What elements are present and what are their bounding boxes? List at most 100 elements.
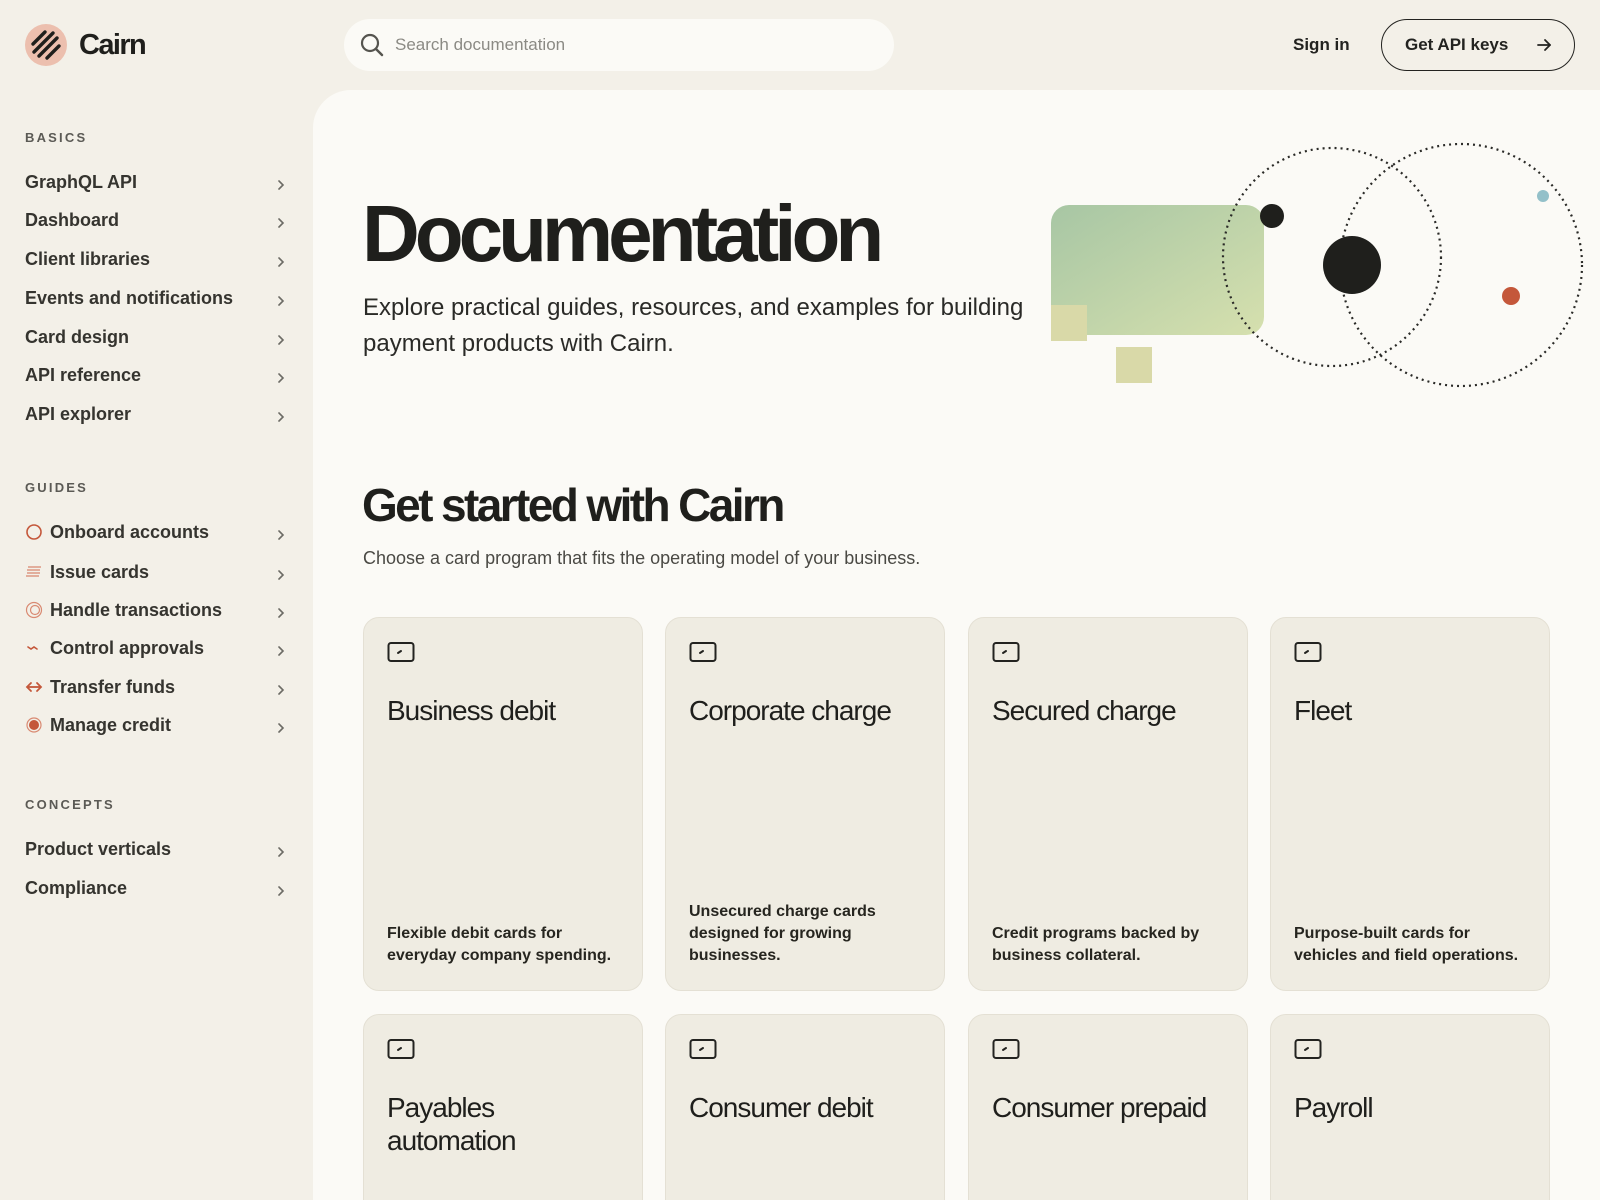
chevron-right-icon xyxy=(277,527,285,545)
card-icon xyxy=(387,641,415,668)
sidebar-item-label: Dashboard xyxy=(25,209,120,230)
sidebar-item-card-design[interactable]: Card design xyxy=(25,322,295,352)
chevron-right-icon xyxy=(277,844,285,862)
card-icon xyxy=(689,641,717,668)
sidebar-item-compliance[interactable]: Compliance xyxy=(25,873,295,903)
section-title-guides: GUIDES xyxy=(25,480,89,495)
card-consumer-prepaid[interactable]: Consumer prepaid xyxy=(968,1014,1248,1200)
sidebar-item-api-explorer[interactable]: API explorer xyxy=(25,399,295,429)
sidebar-item-label: Client libraries xyxy=(25,248,151,269)
sidebar-item-label: GraphQL API xyxy=(25,171,138,192)
sidebar-item-product-verticals[interactable]: Product verticals xyxy=(25,834,295,864)
sidebar-item-events-notifications[interactable]: Events and notifications xyxy=(25,283,295,313)
sign-in-link[interactable]: Sign in xyxy=(1293,35,1350,55)
filled-circle-icon xyxy=(25,717,44,733)
page-title: Documentation xyxy=(362,189,884,278)
card-fleet[interactable]: Fleet Purpose-built cards for vehicles a… xyxy=(1270,617,1550,991)
card-icon xyxy=(992,1038,1020,1065)
square-shape xyxy=(1116,347,1152,383)
card-title: Fleet xyxy=(1294,695,1352,726)
main-content: Documentation Explore practical guides, … xyxy=(313,90,1600,1200)
chevron-right-icon xyxy=(277,643,285,661)
search-input[interactable] xyxy=(395,19,855,71)
chevron-right-icon xyxy=(277,883,285,901)
orange-dot xyxy=(1502,287,1520,305)
sidebar-item-manage-credit[interactable]: Manage credit xyxy=(25,710,295,740)
section-subtitle-get-started: Choose a card program that fits the oper… xyxy=(363,548,921,568)
section-title-concepts: CONCEPTS xyxy=(25,797,115,812)
card-title: Secured charge xyxy=(992,695,1177,726)
search-bar[interactable] xyxy=(344,19,894,71)
sidebar-item-label: Transfer funds xyxy=(50,676,176,697)
small-dot xyxy=(1260,204,1284,228)
card-payables-automation[interactable]: Payables automation xyxy=(363,1014,643,1200)
chevron-right-icon xyxy=(277,177,285,195)
sidebar-item-onboard-accounts[interactable]: Onboard accounts xyxy=(25,517,295,547)
card-title: Payroll xyxy=(1294,1092,1374,1123)
sidebar-item-transfer-funds[interactable]: Transfer funds xyxy=(25,672,295,702)
sidebar-item-control-approvals[interactable]: Control approvals xyxy=(25,633,295,663)
striped-card-icon xyxy=(25,564,44,580)
card-secured-charge[interactable]: Secured charge Credit programs backed by… xyxy=(968,617,1248,991)
blue-dot xyxy=(1537,190,1549,202)
chevron-right-icon xyxy=(277,682,285,700)
chevron-right-icon xyxy=(277,215,285,233)
sidebar-item-handle-transactions[interactable]: Handle transactions xyxy=(25,595,295,625)
card-description: Flexible debit cards for everyday compan… xyxy=(387,925,612,964)
card-title: Consumer debit xyxy=(689,1092,874,1123)
sidebar-item-label: Card design xyxy=(25,326,130,347)
chevron-right-icon xyxy=(277,605,285,623)
sidebar-item-label: Compliance xyxy=(25,877,128,898)
zigzag-icon xyxy=(25,640,44,656)
chevron-right-icon xyxy=(277,293,285,311)
square-shape xyxy=(1051,305,1087,341)
card-icon xyxy=(1294,641,1322,668)
concentric-circles-icon xyxy=(25,601,44,619)
get-api-keys-label: Get API keys xyxy=(1405,35,1509,54)
sidebar-item-dashboard[interactable]: Dashboard xyxy=(25,205,295,235)
sidebar-item-label: Onboard accounts xyxy=(50,521,210,542)
double-arrow-icon xyxy=(25,679,44,695)
sidebar-item-label: Product verticals xyxy=(25,838,172,859)
sidebar-item-label: API explorer xyxy=(25,403,132,424)
sidebar-item-label: Manage credit xyxy=(50,714,172,735)
chevron-right-icon xyxy=(277,332,285,350)
card-icon xyxy=(992,641,1020,668)
brand-name: Cairn xyxy=(79,28,147,61)
large-dot xyxy=(1323,236,1381,294)
brand-logo[interactable]: Cairn xyxy=(25,24,147,66)
chevron-right-icon xyxy=(277,409,285,427)
card-payroll[interactable]: Payroll xyxy=(1270,1014,1550,1200)
card-consumer-debit[interactable]: Consumer debit xyxy=(665,1014,945,1200)
page-subtitle: Explore practical guides, resources, and… xyxy=(363,294,1024,357)
chevron-right-icon xyxy=(277,370,285,388)
card-description: Unsecured charge cards designed for grow… xyxy=(689,903,876,964)
card-business-debit[interactable]: Business debit Flexible debit cards for … xyxy=(363,617,643,991)
card-title: Consumer prepaid xyxy=(992,1092,1207,1123)
get-api-keys-button[interactable]: Get API keys xyxy=(1381,19,1575,71)
sidebar-item-label: API reference xyxy=(25,364,142,385)
sidebar-item-label: Events and notifications xyxy=(25,287,234,308)
chevron-right-icon xyxy=(277,254,285,272)
chevron-right-icon xyxy=(277,720,285,738)
sidebar-item-label: Issue cards xyxy=(50,561,150,582)
card-icon xyxy=(387,1038,415,1065)
sidebar-item-graphql-api[interactable]: GraphQL API xyxy=(25,167,295,197)
sidebar-item-issue-cards[interactable]: Issue cards xyxy=(25,557,295,587)
circle-outline-icon xyxy=(25,524,44,540)
arrow-right-icon xyxy=(1536,37,1552,58)
section-title-basics: BASICS xyxy=(25,130,88,145)
search-icon xyxy=(360,33,384,62)
card-corporate-charge[interactable]: Corporate charge Unsecured charge cards … xyxy=(665,617,945,991)
card-description: Credit programs backed by business colla… xyxy=(992,925,1200,964)
chevron-right-icon xyxy=(277,567,285,585)
card-icon xyxy=(689,1038,717,1065)
sidebar-item-client-libraries[interactable]: Client libraries xyxy=(25,244,295,274)
card-title: Payables automation xyxy=(387,1092,517,1156)
sidebar-item-api-reference[interactable]: API reference xyxy=(25,360,295,390)
cairn-logo-icon xyxy=(25,24,67,66)
card-description: Purpose-built cards for vehicles and fie… xyxy=(1294,925,1519,964)
card-title: Business debit xyxy=(387,695,556,726)
sidebar-item-label: Control approvals xyxy=(50,637,205,658)
card-title: Corporate charge xyxy=(689,695,892,726)
